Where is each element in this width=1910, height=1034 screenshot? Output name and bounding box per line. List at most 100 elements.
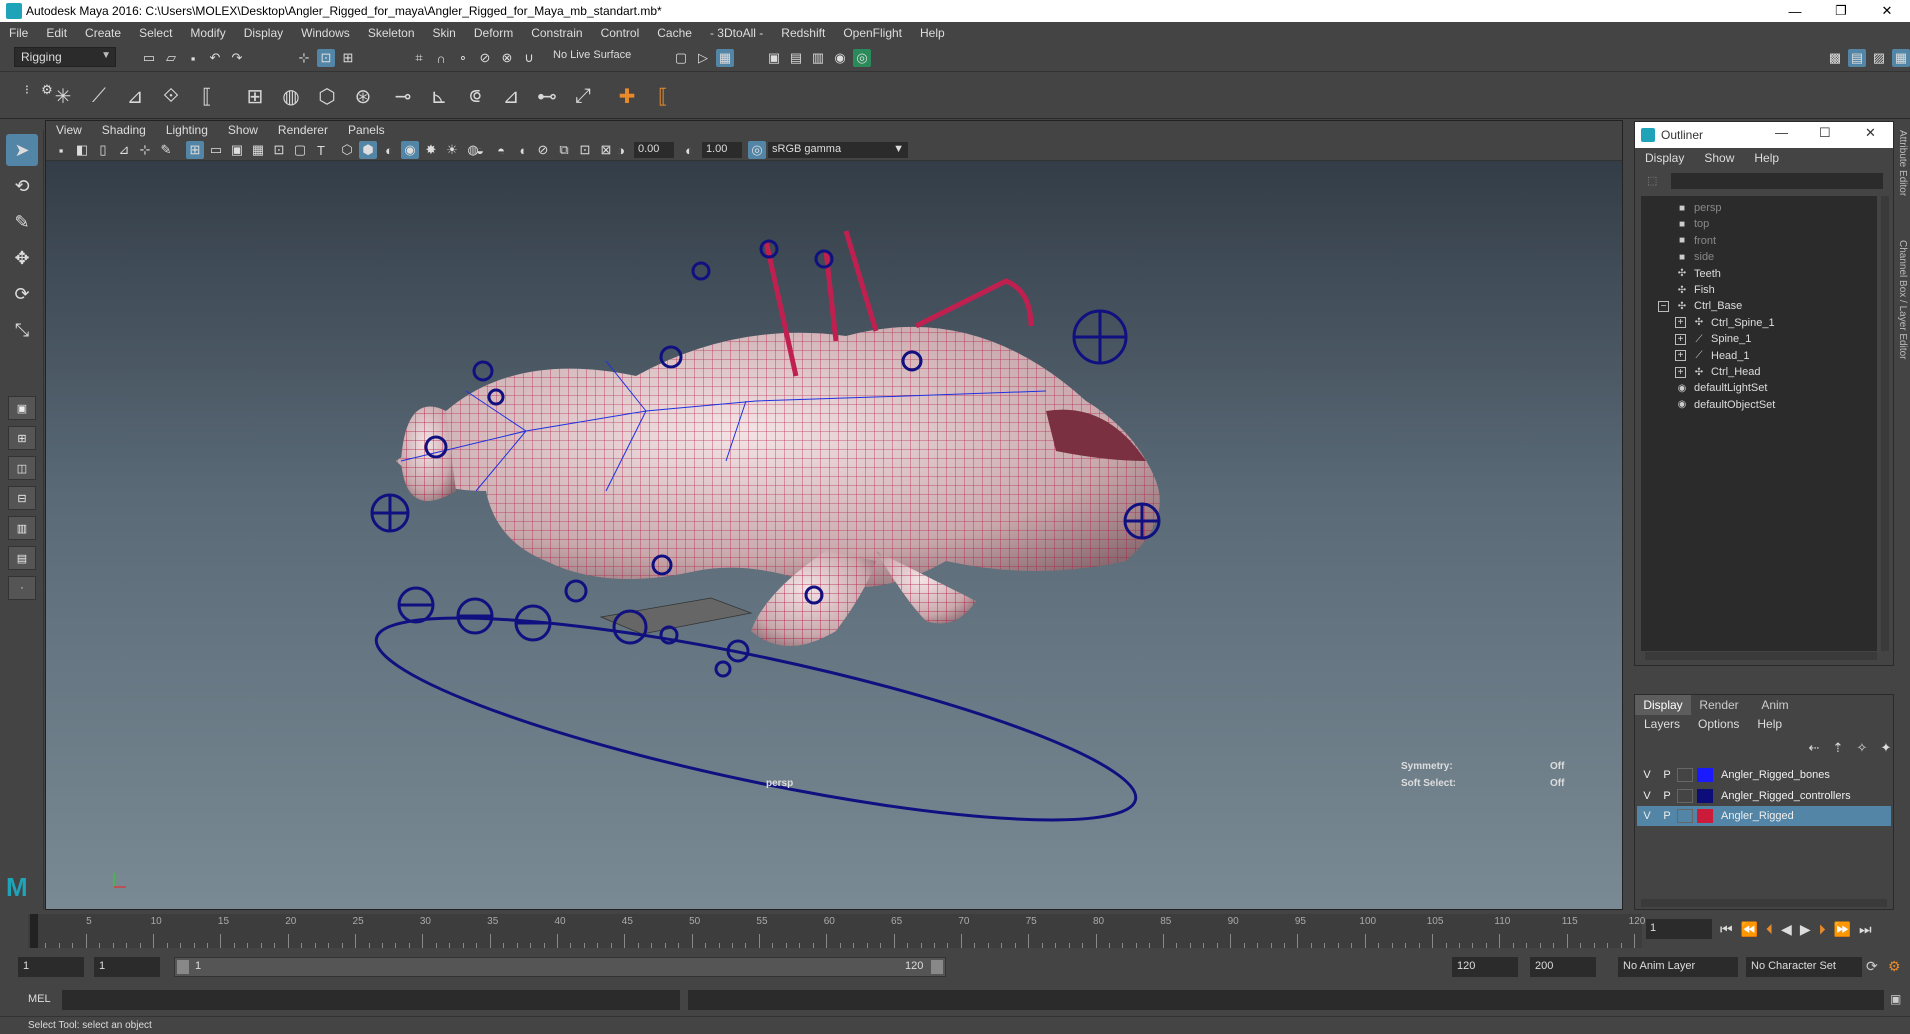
minimize-button[interactable]: — <box>1772 0 1818 22</box>
menu-edit[interactable]: Edit <box>37 26 76 40</box>
grid-toggle-icon[interactable]: ⊞ <box>186 141 204 159</box>
xray-icon[interactable]: ⧉ <box>555 141 573 159</box>
menu-3dtoall[interactable]: - 3DtoAll - <box>701 26 772 40</box>
angler-fish-mesh[interactable] <box>396 230 1160 646</box>
scene-end-field[interactable]: 200 <box>1530 957 1596 977</box>
color-management-icon[interactable]: ◎ <box>748 141 766 159</box>
current-time-marker[interactable] <box>30 914 38 948</box>
mirror-joint-icon[interactable]: ⟐ <box>156 81 186 111</box>
menu-skeleton[interactable]: Skeleton <box>359 26 424 40</box>
shadows-icon[interactable]: ☀ <box>443 141 461 159</box>
aim-constraint-icon[interactable]: ⊾ <box>424 81 454 111</box>
exposure-field[interactable]: 0.00 <box>634 142 674 158</box>
new-layer-from-selection-icon[interactable]: ✦ <box>1877 739 1895 757</box>
current-frame-field[interactable]: 1 <box>1646 919 1712 939</box>
outliner-horizontal-scrollbar[interactable] <box>1645 652 1877 660</box>
outliner-filter-icon[interactable]: ⬚ <box>1647 174 1657 187</box>
step-forward-key-icon[interactable]: ⏩ <box>1834 921 1851 938</box>
expand-icon[interactable]: + <box>1675 350 1686 362</box>
layer-row[interactable]: V P Angler_Rigged_controllers <box>1637 786 1891 806</box>
step-back-frame-icon[interactable]: ⏴ <box>1766 921 1773 938</box>
viewport-panel[interactable]: View Shading Lighting Show Renderer Panels ▪ … <box>45 120 1623 910</box>
menu-skin[interactable]: Skin <box>424 26 465 40</box>
outliner-close-button[interactable]: ✕ <box>1865 125 1876 141</box>
command-input[interactable] <box>62 990 680 1010</box>
custom-layout-icon[interactable]: · <box>8 576 36 600</box>
scale-tool-icon[interactable]: ⤡ <box>6 314 38 346</box>
two-pane-side-layout-icon[interactable]: ◫ <box>8 456 36 480</box>
camera-attributes-icon[interactable]: ◧ <box>73 141 91 159</box>
viewport-menu-view[interactable]: View <box>46 123 92 137</box>
outliner-menu-display[interactable]: Display <box>1635 151 1694 165</box>
bind-skin-icon[interactable]: ⊞ <box>240 81 270 111</box>
layer-color-swatch[interactable] <box>1697 809 1713 823</box>
layer-playback-toggle[interactable]: P <box>1657 769 1677 781</box>
depth-of-field-icon[interactable]: ◖ <box>513 141 531 159</box>
range-end-handle[interactable] <box>931 960 943 974</box>
isolate-select-icon[interactable]: ⊘ <box>534 141 552 159</box>
menu-control[interactable]: Control <box>592 26 649 40</box>
select-tool-icon[interactable]: ➤ <box>6 134 38 166</box>
layer-editor-scrollbar[interactable] <box>1641 899 1887 907</box>
layer-menu-help[interactable]: Help <box>1748 717 1791 731</box>
range-start-handle[interactable] <box>177 960 189 974</box>
layer-display-type-toggle[interactable] <box>1677 809 1693 823</box>
modeling-toolkit-icon[interactable]: ▩ <box>1826 49 1844 67</box>
layer-tab-render[interactable]: Render <box>1691 695 1747 715</box>
maximize-button[interactable]: ❐ <box>1818 0 1864 22</box>
layer-row[interactable]: V P Angler_Rigged <box>1637 806 1891 826</box>
film-gate-icon[interactable]: ▭ <box>207 141 225 159</box>
resolution-gate-icon[interactable]: ▣ <box>228 141 246 159</box>
lasso-tool-icon[interactable]: ⟲ <box>6 170 38 202</box>
scene-start-field[interactable]: 1 <box>18 957 84 977</box>
new-empty-layer-icon[interactable]: ✧ <box>1853 739 1871 757</box>
move-layer-up-icon[interactable]: ⇠ <box>1805 739 1823 757</box>
move-tool-icon[interactable]: ✥ <box>6 242 38 274</box>
lattice-icon[interactable]: ⬡ <box>312 81 342 111</box>
gamma-field[interactable]: 1.00 <box>702 142 742 158</box>
ipr-render-icon[interactable]: ▥ <box>809 49 827 67</box>
menu-windows[interactable]: Windows <box>292 26 359 40</box>
anim-layer-dropdown[interactable]: No Anim Layer <box>1618 957 1738 977</box>
move-layer-down-icon[interactable]: ⇡ <box>1829 739 1847 757</box>
menu-display[interactable]: Display <box>235 26 292 40</box>
viewport-menu-renderer[interactable]: Renderer <box>268 123 338 137</box>
safe-action-icon[interactable]: ▢ <box>291 141 309 159</box>
script-editor-icon[interactable]: ▣ <box>1890 992 1901 1006</box>
channel-box-toggle-icon[interactable]: ▦ <box>1892 49 1910 67</box>
outliner-persp-layout-icon[interactable]: ▥ <box>8 516 36 540</box>
menu-redshift[interactable]: Redshift <box>772 26 834 40</box>
outliner-minimize-button[interactable]: — <box>1775 125 1788 140</box>
collapse-icon[interactable]: − <box>1658 300 1669 312</box>
use-all-lights-icon[interactable]: ✸ <box>422 141 440 159</box>
attribute-editor-toggle-icon[interactable]: ▤ <box>1848 49 1866 67</box>
parent-constraint-icon[interactable]: ⊷ <box>532 81 562 111</box>
menuset-dropdown[interactable]: Rigging ▼ <box>14 47 116 67</box>
snap-surface-icon[interactable]: ⊗ <box>498 49 516 67</box>
xray-joints-icon[interactable]: ⊡ <box>576 141 594 159</box>
range-bar[interactable]: 1 120 <box>174 957 946 977</box>
viewport-menu-panels[interactable]: Panels <box>338 123 395 137</box>
single-pane-layout-icon[interactable]: ▣ <box>8 396 36 420</box>
two-pane-stacked-layout-icon[interactable]: ⊟ <box>8 486 36 510</box>
close-button[interactable]: ✕ <box>1864 0 1910 22</box>
layer-visibility-toggle[interactable]: V <box>1637 810 1657 822</box>
graph-persp-layout-icon[interactable]: ▤ <box>8 546 36 570</box>
two-d-pan-zoom-icon[interactable]: ⊹ <box>136 141 154 159</box>
attribute-editor-side-tab[interactable]: Attribute Editor <box>1896 130 1908 230</box>
go-to-end-icon[interactable]: ⏭ <box>1859 921 1872 938</box>
scale-constraint-icon[interactable]: ⊿ <box>496 81 526 111</box>
layer-row[interactable]: V P Angler_Rigged_bones <box>1637 765 1891 785</box>
expand-icon[interactable]: + <box>1675 317 1686 329</box>
menu-file[interactable]: File <box>0 26 37 40</box>
redo-icon[interactable]: ↷ <box>228 49 246 67</box>
field-chart-icon[interactable]: ⊡ <box>270 141 288 159</box>
go-to-start-icon[interactable]: ⏮ <box>1720 921 1733 938</box>
outliner-menu-help[interactable]: Help <box>1744 151 1789 165</box>
rotate-tool-icon[interactable]: ⟳ <box>6 278 38 310</box>
cluster-icon[interactable]: ⊛ <box>348 81 378 111</box>
layer-menu-options[interactable]: Options <box>1689 717 1748 731</box>
expand-icon[interactable]: + <box>1675 333 1686 345</box>
exposure-toggle-icon[interactable]: ◑ <box>612 141 630 159</box>
point-constraint-icon[interactable]: ⊸ <box>388 81 418 111</box>
